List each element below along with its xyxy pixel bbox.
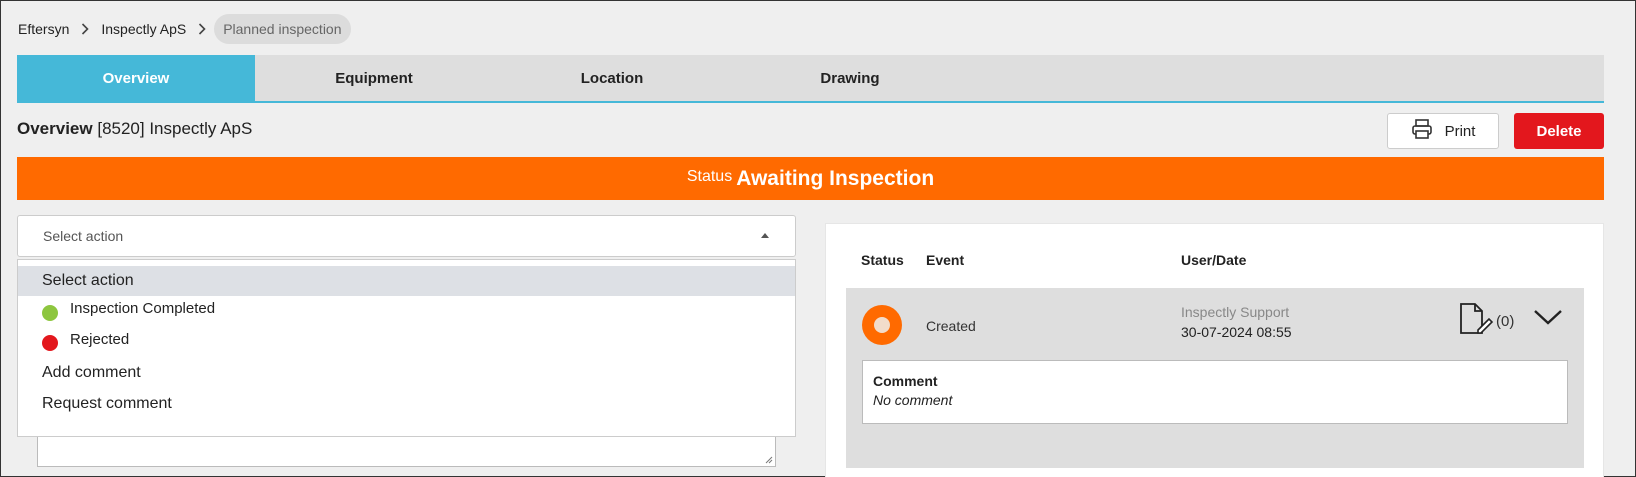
event-date: 30-07-2024 08:55: [1181, 324, 1292, 340]
option-label: Request comment: [42, 395, 172, 412]
caret-up-icon: [761, 233, 769, 238]
option-label: Rejected: [70, 330, 130, 348]
chevron-right-icon: [81, 23, 89, 35]
resize-handle-icon[interactable]: [765, 456, 773, 464]
green-dot-icon: [42, 305, 58, 321]
status-banner: Status Awaiting Inspection: [17, 157, 1604, 200]
option-label: Add comment: [42, 364, 141, 381]
delete-button[interactable]: Delete: [1514, 113, 1604, 149]
breadcrumb-current: Planned inspection: [214, 14, 351, 44]
comment-textarea[interactable]: [37, 437, 776, 467]
tab-overview[interactable]: Overview: [17, 55, 255, 101]
tab-equipment[interactable]: Equipment: [255, 55, 493, 101]
breadcrumb-item-eftersyn[interactable]: Eftersyn: [16, 21, 71, 37]
tab-location[interactable]: Location: [493, 55, 731, 101]
print-button[interactable]: Print: [1387, 113, 1499, 149]
option-label: Inspection Completed: [70, 299, 216, 317]
page-title-subtitle: [8520] Inspectly ApS: [97, 119, 253, 138]
event-name: Created: [926, 318, 976, 334]
attachment-count: (0): [1496, 313, 1515, 330]
tab-drawing[interactable]: Drawing: [731, 55, 969, 101]
option-label: Select action: [42, 272, 134, 289]
history-panel: Status Event User/Date Created Inspectly…: [825, 223, 1604, 477]
status-label: Status: [686, 167, 733, 185]
option-select-action[interactable]: Select action: [18, 266, 795, 296]
red-dot-icon: [42, 335, 58, 351]
event-user: Inspectly Support: [1181, 304, 1290, 320]
tab-bar: Overview Equipment Location Drawing: [17, 55, 1604, 103]
status-value: Awaiting Inspection: [736, 166, 935, 190]
action-select-value: Select action: [43, 228, 124, 244]
option-add-comment[interactable]: Add comment: [18, 358, 795, 388]
page-title-label: Overview: [17, 119, 93, 138]
breadcrumb: Eftersyn Inspectly ApS Planned inspectio…: [16, 13, 351, 45]
chevron-down-icon[interactable]: [1533, 308, 1563, 331]
column-header-event: Event: [926, 252, 965, 268]
document-edit-icon[interactable]: [1458, 302, 1494, 341]
option-rejected[interactable]: Rejected: [18, 322, 795, 358]
breadcrumb-item-company[interactable]: Inspectly ApS: [99, 21, 188, 37]
comment-value: No comment: [873, 392, 953, 408]
status-created-icon: [862, 305, 902, 345]
option-inspection-completed[interactable]: Inspection Completed: [18, 296, 795, 322]
comment-title: Comment: [873, 373, 938, 389]
comment-box: Comment No comment: [862, 360, 1568, 424]
action-select[interactable]: Select action: [17, 215, 796, 257]
column-header-user-date: User/Date: [1181, 252, 1247, 268]
chevron-right-icon: [198, 23, 206, 35]
column-header-status: Status: [861, 252, 904, 268]
option-request-comment[interactable]: Request comment: [18, 388, 795, 420]
printer-icon: [1411, 118, 1433, 144]
print-button-label: Print: [1444, 122, 1476, 140]
action-dropdown: Select action Inspection Completed Rejec…: [17, 259, 796, 437]
page-title: Overview [8520] Inspectly ApS: [17, 119, 252, 139]
history-row: Created Inspectly Support 30-07-2024 08:…: [846, 288, 1584, 468]
